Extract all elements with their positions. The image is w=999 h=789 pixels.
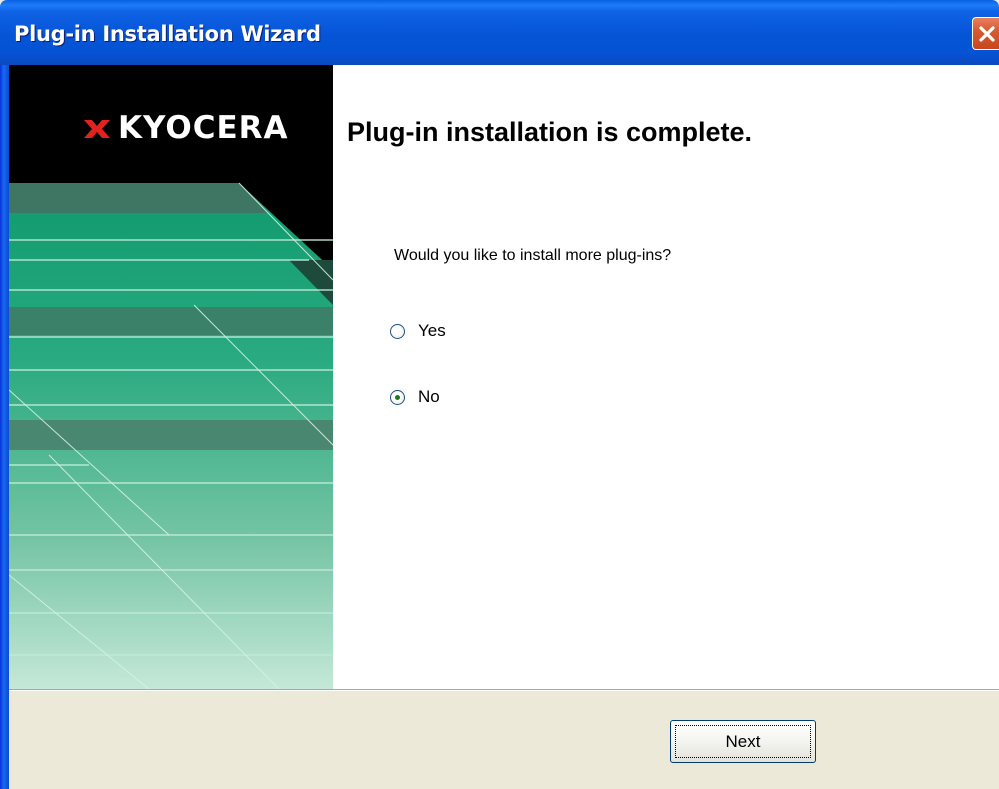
next-button[interactable]: Next <box>670 720 816 763</box>
banner-artwork <box>9 182 333 689</box>
logo-text: KYOCERA <box>118 110 289 146</box>
window-title: Plug-in Installation Wizard <box>14 22 321 46</box>
option-no-label[interactable]: No <box>418 387 440 407</box>
option-yes[interactable]: Yes <box>390 321 446 341</box>
option-yes-label[interactable]: Yes <box>418 321 446 341</box>
focus-rectangle <box>675 725 811 758</box>
question-text: Would you like to install more plug-ins? <box>394 247 672 264</box>
title-bar[interactable]: Plug-in Installation Wizard <box>0 0 999 65</box>
kyocera-logo: KYOCERA <box>82 113 289 144</box>
close-button[interactable] <box>972 17 999 50</box>
main-content: Plug-in installation is complete. Would … <box>333 65 999 689</box>
footer: Next <box>9 691 999 789</box>
wizard-window: Plug-in Installation Wizard KYOCERA Plug… <box>0 0 999 789</box>
radio-no[interactable] <box>390 389 405 405</box>
side-banner: KYOCERA <box>9 65 333 689</box>
close-icon <box>979 26 995 42</box>
page-title: Plug-in installation is complete. <box>347 117 753 147</box>
kyocera-logo-icon <box>84 119 110 138</box>
radio-yes[interactable] <box>390 323 405 339</box>
window-border-left <box>0 65 9 789</box>
option-no[interactable]: No <box>390 387 440 407</box>
